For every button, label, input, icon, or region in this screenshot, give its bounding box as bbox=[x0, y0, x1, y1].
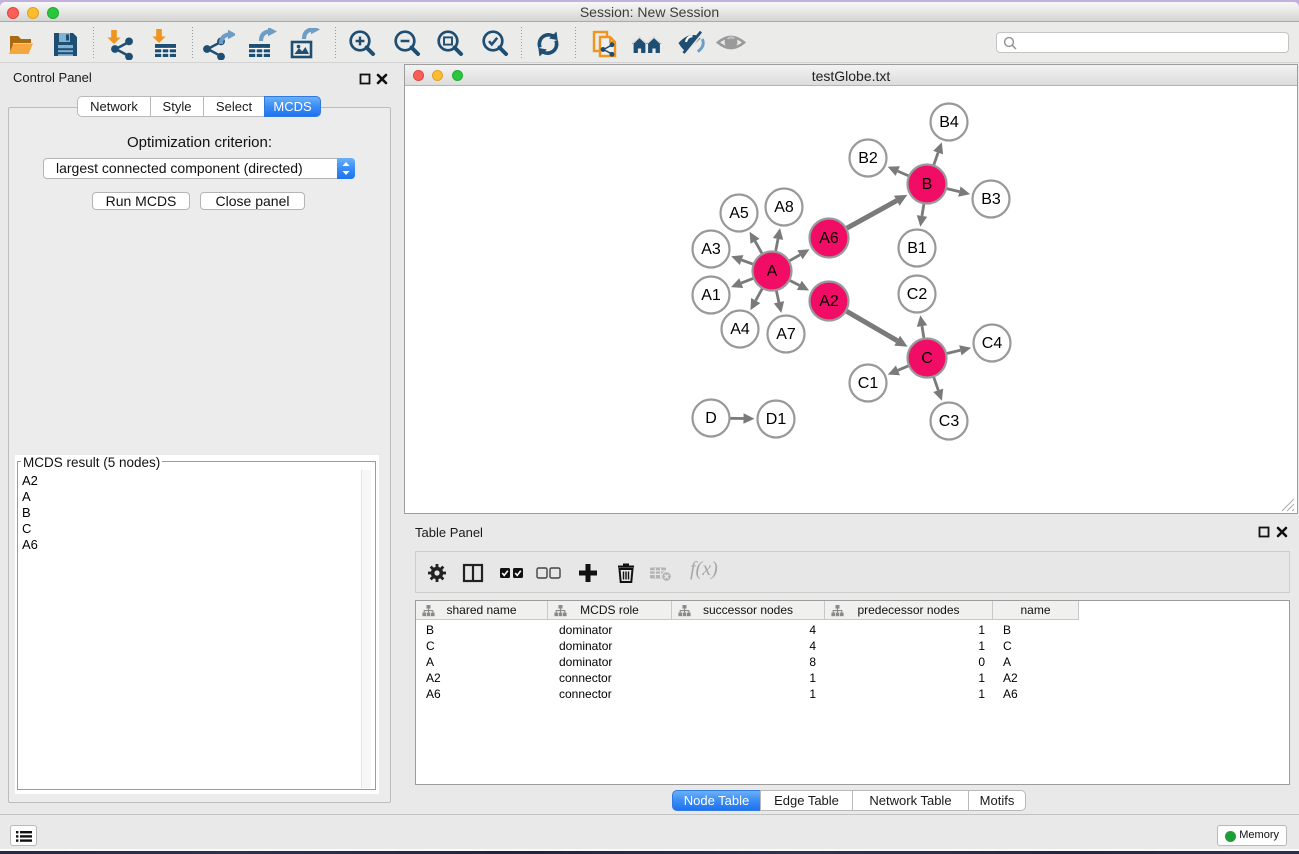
svg-text:C3: C3 bbox=[939, 413, 960, 430]
svg-text:A4: A4 bbox=[730, 321, 750, 338]
svg-text:A: A bbox=[767, 263, 778, 280]
svg-text:B: B bbox=[922, 176, 933, 193]
svg-text:B4: B4 bbox=[939, 114, 959, 131]
svg-text:A2: A2 bbox=[819, 293, 839, 310]
svg-text:B3: B3 bbox=[981, 191, 1001, 208]
svg-text:A8: A8 bbox=[774, 199, 794, 216]
svg-text:D: D bbox=[705, 410, 717, 427]
svg-text:A5: A5 bbox=[729, 205, 749, 222]
svg-text:A7: A7 bbox=[776, 326, 796, 343]
svg-text:A1: A1 bbox=[701, 287, 721, 304]
svg-text:D1: D1 bbox=[766, 411, 787, 428]
svg-text:A3: A3 bbox=[701, 241, 721, 258]
svg-text:C: C bbox=[921, 350, 933, 367]
svg-text:C1: C1 bbox=[858, 375, 879, 392]
svg-text:B2: B2 bbox=[858, 150, 878, 167]
svg-text:B1: B1 bbox=[907, 240, 927, 257]
svg-text:C4: C4 bbox=[982, 335, 1003, 352]
svg-text:C2: C2 bbox=[907, 286, 928, 303]
svg-text:A6: A6 bbox=[819, 230, 839, 247]
